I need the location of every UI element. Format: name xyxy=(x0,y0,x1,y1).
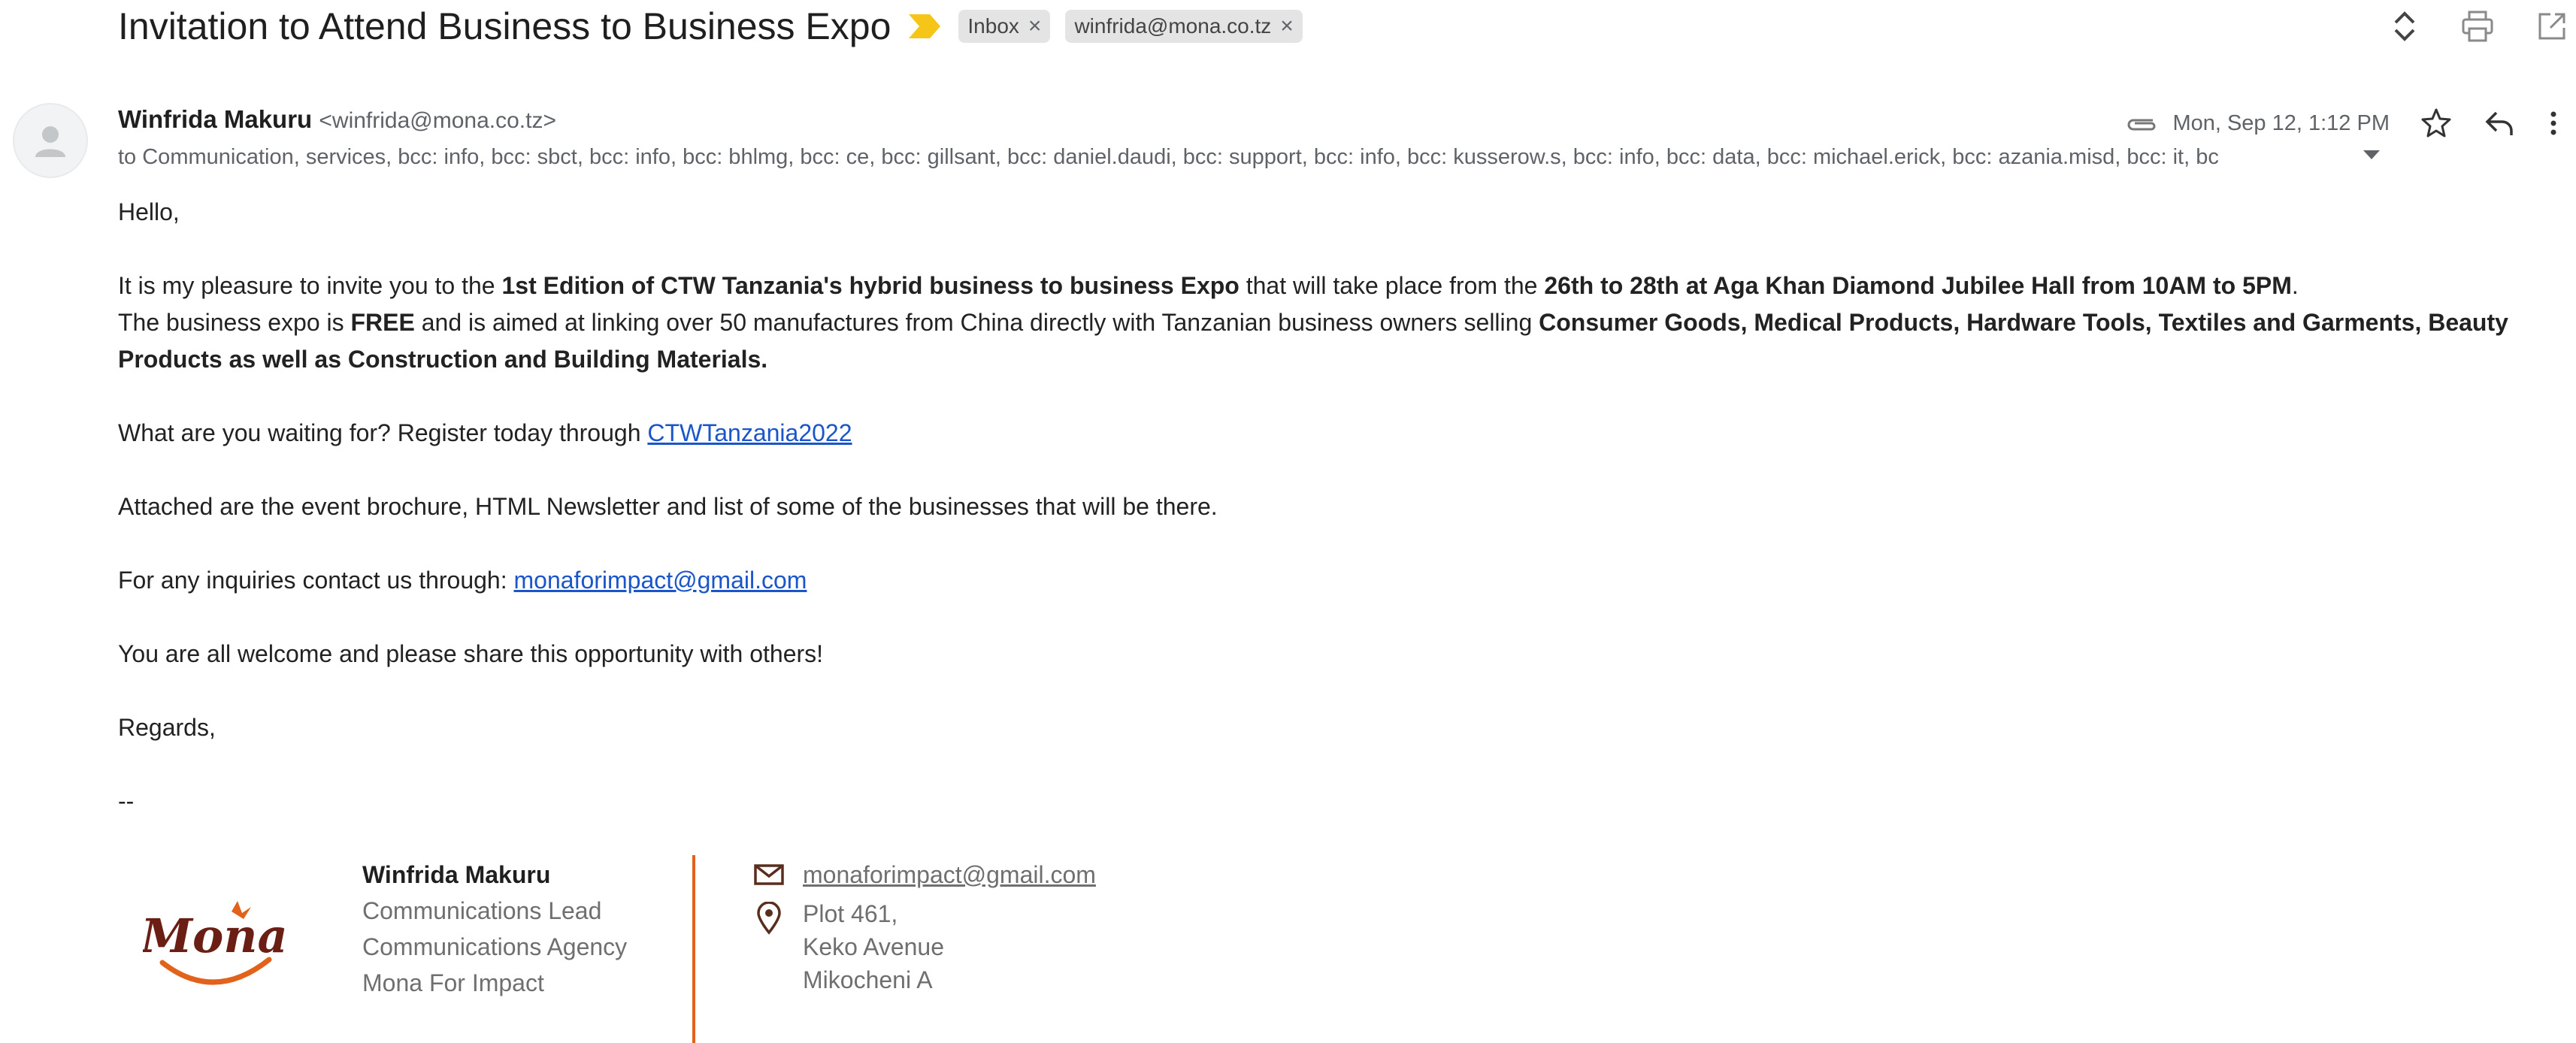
label-chip-email[interactable]: winfrida@mona.co.tz × xyxy=(1065,10,1303,43)
address-line: Keko Avenue xyxy=(803,933,945,960)
text: . xyxy=(2291,272,2299,299)
signature-title: Communications Lead xyxy=(362,897,602,924)
sender-email[interactable]: <winfrida@mona.co.tz> xyxy=(319,108,556,133)
person-icon xyxy=(35,126,65,157)
paragraph-details: The business expo is FREE and is aimed a… xyxy=(118,304,2546,378)
importance-marker-icon[interactable] xyxy=(906,13,943,40)
bold-text: 26th to 28th at Aga Khan Diamond Jubilee… xyxy=(1544,272,2292,299)
recipients-dropdown-icon[interactable] xyxy=(2363,150,2380,159)
paragraph-invitation: It is my pleasure to invite you to the 1… xyxy=(118,268,2546,304)
text: that will take place from the xyxy=(1239,272,1545,299)
paragraph-attachments: Attached are the event brochure, HTML Ne… xyxy=(118,493,1218,520)
paragraph-register: What are you waiting for? Register today… xyxy=(118,415,2546,452)
address-line: Plot 461, xyxy=(803,900,898,927)
text: For any inquiries contact us through: xyxy=(118,567,514,594)
mail-icon xyxy=(754,864,784,885)
regards: Regards, xyxy=(118,714,216,741)
text: It is my pleasure to invite you to the xyxy=(118,272,502,299)
text: What are you waiting for? Register today… xyxy=(118,419,648,446)
text: The business expo is xyxy=(118,309,351,336)
subject-row: Invitation to Attend Business to Busines… xyxy=(118,0,1303,53)
message-meta: Mon, Sep 12, 1:12 PM xyxy=(2124,102,2561,144)
message-body: Hello, It is my pleasure to invite you t… xyxy=(118,194,2546,820)
signature-separator: -- xyxy=(118,788,135,815)
signature-name: Winfrida Makuru xyxy=(362,861,551,888)
reply-icon[interactable] xyxy=(2483,108,2516,138)
sender-avatar[interactable] xyxy=(13,103,88,178)
bold-text: 1st Edition of CTW Tanzania's hybrid bus… xyxy=(501,272,1240,299)
label-text: Inbox xyxy=(967,14,1019,38)
label-chip-inbox[interactable]: Inbox × xyxy=(958,10,1051,43)
text: and is aimed at linking over 50 manufact… xyxy=(414,309,1539,336)
signature-email-row: monaforimpact@gmail.com xyxy=(752,858,1096,891)
sender-name[interactable]: Winfrida Makuru xyxy=(118,105,312,133)
top-actions xyxy=(2390,0,2576,53)
signature-address-row: Plot 461, Keko Avenue Mikocheni A xyxy=(752,897,1096,996)
signature-agency: Communications Agency xyxy=(362,933,628,960)
sender-line: Winfrida Makuru <winfrida@mona.co.tz> xyxy=(118,105,556,134)
star-icon[interactable] xyxy=(2420,107,2453,140)
signature-address: Plot 461, Keko Avenue Mikocheni A xyxy=(803,897,944,996)
address-line: Mikocheni A xyxy=(803,966,933,993)
message-date: Mon, Sep 12, 1:12 PM xyxy=(2172,110,2390,135)
signature-divider xyxy=(692,855,695,1043)
paragraph-contact: For any inquiries contact us through: mo… xyxy=(118,562,2546,599)
bold-text: FREE xyxy=(350,309,415,336)
print-icon[interactable] xyxy=(2460,9,2495,44)
remove-label-icon[interactable]: × xyxy=(1028,15,1042,38)
email-view: Invitation to Attend Business to Busines… xyxy=(0,0,2576,1043)
open-new-window-icon[interactable] xyxy=(2535,10,2568,43)
svg-text:Mona: Mona xyxy=(143,908,286,963)
paragraph-welcome: You are all welcome and please share thi… xyxy=(118,640,824,667)
expand-collapse-icon[interactable] xyxy=(2390,8,2420,45)
signature-contact: monaforimpact@gmail.com Plot 461, Keko A… xyxy=(752,858,1096,996)
date-group: Mon, Sep 12, 1:12 PM xyxy=(2124,111,2390,136)
location-pin-icon xyxy=(757,902,781,935)
recipients-line[interactable]: to Communication, services, bcc: info, b… xyxy=(118,145,2366,170)
attachment-icon xyxy=(2127,119,2156,131)
register-link[interactable]: CTWTanzania2022 xyxy=(647,419,852,446)
signature-org: Mona For Impact xyxy=(362,969,544,996)
label-text: winfrida@mona.co.tz xyxy=(1074,14,1272,38)
signature-email-link[interactable]: monaforimpact@gmail.com xyxy=(803,858,1096,891)
signature-identity: Winfrida Makuru Communications Lead Comm… xyxy=(362,857,627,1001)
contact-email-link[interactable]: monaforimpact@gmail.com xyxy=(514,567,807,594)
mona-logo: Mona xyxy=(143,901,286,985)
greeting: Hello, xyxy=(118,198,180,225)
email-subject: Invitation to Attend Business to Busines… xyxy=(118,5,891,47)
remove-label-icon[interactable]: × xyxy=(1280,15,1294,38)
more-vert-icon[interactable] xyxy=(2546,108,2561,138)
